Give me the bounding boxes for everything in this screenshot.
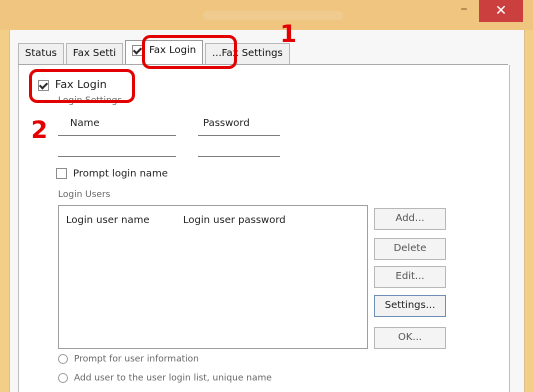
name-field-underline-2	[58, 156, 176, 157]
close-button[interactable]: ✕	[479, 0, 523, 22]
callout-box-1	[142, 35, 237, 69]
prompt-login-option[interactable]: Prompt login name	[56, 168, 168, 180]
tab-fax-settings[interactable]: Fax Setti	[65, 43, 124, 64]
name-field[interactable]	[58, 135, 176, 136]
delete-button[interactable]: Delete	[374, 238, 446, 260]
list-row-col2: Login user password	[183, 215, 286, 226]
edit-button[interactable]: Edit...	[374, 266, 446, 288]
minimize-button[interactable]: –	[451, 0, 477, 22]
bottom-option-1-radio[interactable]	[58, 354, 68, 364]
app-window: – ✕ Status Fax Setti Fax Login ...Fax Se…	[0, 0, 533, 392]
name-label: Name	[70, 118, 100, 129]
callout-number-1: 1	[280, 20, 297, 48]
login-users-list[interactable]: Login user name Login user password	[58, 205, 368, 349]
password-label: Password	[203, 118, 250, 129]
bottom-option-2[interactable]: Add user to the user login list, unique …	[58, 373, 272, 384]
ok-button[interactable]: OK...	[374, 327, 446, 349]
prompt-login-checkbox[interactable]	[56, 168, 67, 179]
bottom-option-1-label: Prompt for user information	[74, 354, 199, 365]
callout-box-2	[29, 69, 135, 103]
password-field[interactable]	[198, 135, 280, 136]
bottom-option-2-radio[interactable]	[58, 373, 68, 383]
login-users-caption: Login Users	[58, 190, 111, 200]
title-bar: – ✕	[0, 0, 533, 30]
bottom-option-1[interactable]: Prompt for user information	[58, 354, 199, 365]
callout-number-2: 2	[31, 116, 48, 144]
bottom-option-2-label: Add user to the user login list, unique …	[74, 373, 272, 384]
password-field-underline-2	[198, 156, 280, 157]
list-row-col1[interactable]: Login user name	[66, 215, 150, 226]
settings-button[interactable]: Settings...	[374, 295, 446, 317]
prompt-login-label: Prompt login name	[73, 168, 168, 180]
window-title-area	[203, 11, 343, 20]
add-button[interactable]: Add...	[374, 208, 446, 230]
tab-status[interactable]: Status	[18, 43, 64, 64]
